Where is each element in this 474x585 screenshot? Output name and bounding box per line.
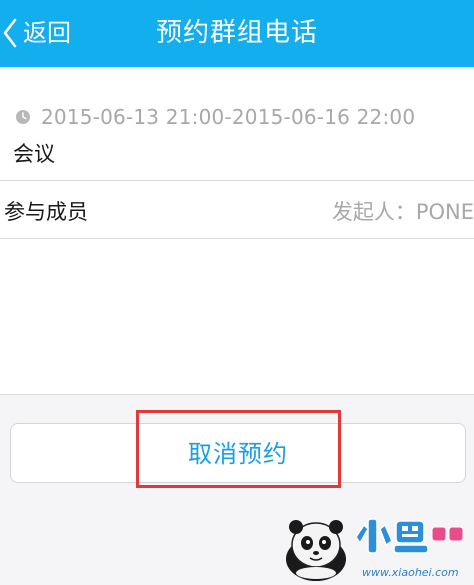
- divider: [0, 238, 474, 239]
- meeting-details: 2015-06-13 21:00-2015-06-16 22:00 会议 参与成…: [0, 67, 474, 394]
- meeting-type: 会议: [13, 142, 55, 166]
- members-label: 参与成员: [4, 200, 88, 224]
- divider: [0, 394, 474, 395]
- clock-icon: [16, 110, 30, 124]
- watermark-site: www.xiaohei.com: [362, 566, 459, 579]
- watermark-logo: www.xiaohei.com: [282, 515, 472, 581]
- page-title: 预约群组电话: [155, 18, 318, 48]
- cancel-reservation-button[interactable]: 取消预约: [10, 423, 466, 483]
- initiator-label: 发起人：PONE: [331, 200, 474, 224]
- nav-bar: 返回 预约群组电话: [0, 0, 474, 67]
- divider: [0, 180, 474, 181]
- time-range: 2015-06-13 21:00-2015-06-16 22:00: [41, 105, 416, 129]
- cancel-reservation-label: 取消预约: [188, 440, 288, 468]
